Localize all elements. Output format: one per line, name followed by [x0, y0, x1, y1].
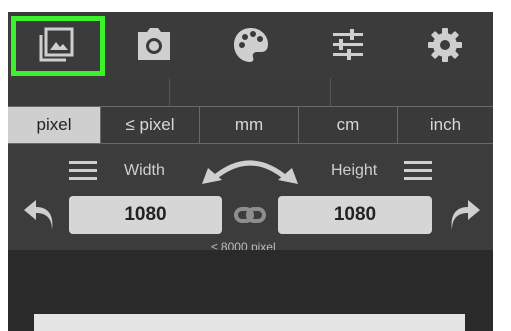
swap-arrows-icon[interactable]: [200, 150, 300, 191]
palette-icon: [231, 25, 271, 65]
tool-adjust[interactable]: [299, 12, 396, 78]
unit-option-max-pixel[interactable]: ≤ pixel: [101, 107, 200, 143]
width-field[interactable]: 1080: [69, 196, 222, 234]
tool-settings[interactable]: [396, 12, 493, 78]
height-label: Height: [331, 162, 378, 179]
preview-area: [8, 250, 493, 331]
width-label: Width: [124, 162, 165, 179]
width-menu-icon[interactable]: [69, 160, 99, 187]
tool-palette[interactable]: [202, 12, 299, 78]
unit-option-pixel[interactable]: pixel: [8, 107, 101, 143]
link-icon[interactable]: [234, 204, 266, 231]
height-field[interactable]: 1080: [278, 196, 432, 234]
sliders-icon: [330, 27, 366, 63]
camera-icon: [134, 27, 174, 63]
tool-camera[interactable]: [105, 12, 202, 78]
tool-gallery[interactable]: [8, 12, 105, 78]
unit-selector: pixel ≤ pixel mm cm inch: [8, 106, 493, 144]
redo-arrow-icon[interactable]: [448, 198, 482, 237]
toolbar: [8, 12, 493, 78]
resize-app: pixel ≤ pixel mm cm inch Width Height 10…: [8, 12, 493, 331]
size-panel: Width Height 1080 1080 ≤ 8000 pixel: [8, 144, 493, 254]
image-preview: [34, 314, 465, 331]
divider: [330, 78, 331, 106]
unit-option-cm[interactable]: cm: [299, 107, 398, 143]
unit-option-inch[interactable]: inch: [398, 107, 493, 143]
height-menu-icon[interactable]: [404, 160, 434, 187]
undo-arrow-icon[interactable]: [22, 198, 56, 237]
toolbar-strip: [8, 78, 493, 106]
divider: [169, 78, 170, 106]
unit-option-mm[interactable]: mm: [200, 107, 299, 143]
gear-icon: [426, 26, 464, 64]
selection-highlight: [11, 16, 105, 76]
